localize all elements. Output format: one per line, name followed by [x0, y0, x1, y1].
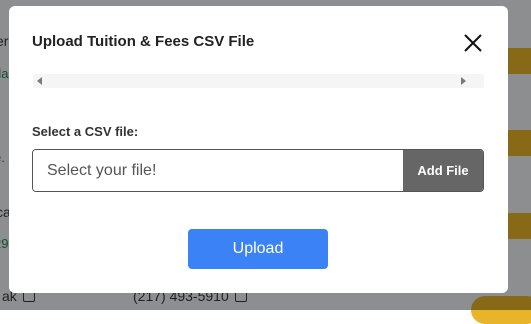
- modal-title: Upload Tuition & Fees CSV File: [32, 33, 255, 50]
- scroll-right-icon[interactable]: [461, 77, 466, 85]
- upload-modal: Upload Tuition & Fees CSV File Select a …: [9, 6, 508, 293]
- close-button[interactable]: [461, 31, 485, 55]
- add-file-button[interactable]: Add File: [403, 150, 483, 191]
- horizontal-scrollbar[interactable]: [33, 74, 484, 88]
- scroll-left-icon[interactable]: [37, 77, 42, 85]
- file-input[interactable]: [33, 150, 403, 191]
- csv-field-label: Select a CSV file:: [32, 124, 139, 139]
- close-icon: [464, 34, 482, 52]
- file-input-group: Add File: [32, 149, 484, 192]
- upload-button[interactable]: Upload: [188, 229, 328, 269]
